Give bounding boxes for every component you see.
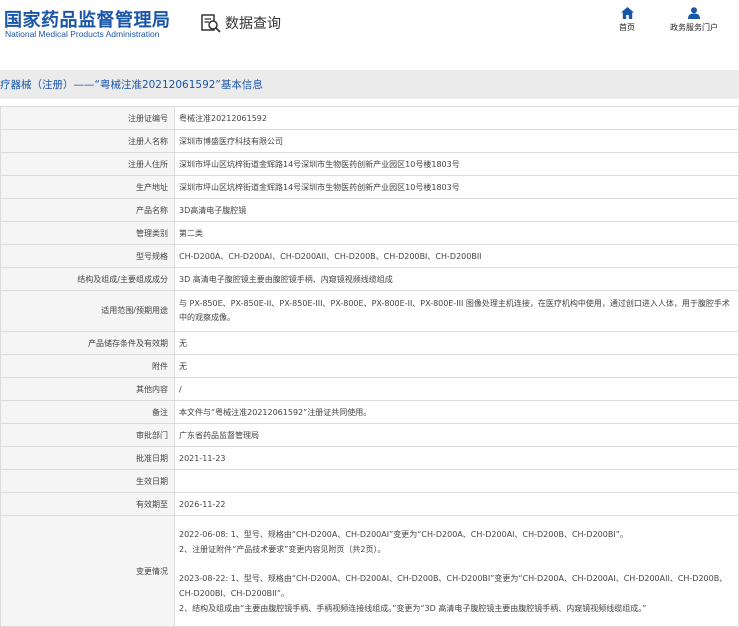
- table-row: 附件 无: [0, 354, 739, 378]
- field-value: 广东省药品监督管理局: [174, 423, 739, 447]
- table-row: 注册证编号 粤械注准20212061592: [0, 106, 739, 130]
- field-label: 审批部门: [0, 423, 175, 447]
- detail-title-bar: 疗器械（注册）——“粤械注准20212061592”基本信息: [0, 70, 739, 99]
- field-label: 生产地址: [0, 175, 175, 199]
- field-label: 附件: [0, 354, 175, 378]
- table-row: 批准日期 2021-11-23: [0, 446, 739, 470]
- field-label: 适用范围/预期用途: [0, 290, 175, 332]
- field-value: 深圳市博盛医疗科技有限公司: [174, 129, 739, 153]
- field-label: 产品储存条件及有效期: [0, 331, 175, 355]
- field-value: 无: [174, 331, 739, 355]
- field-value: 3D 高清电子腹腔镜主要由腹腔镜手柄、内窥镜视频线缆组成: [174, 267, 739, 291]
- user-icon: [662, 7, 726, 19]
- field-value: /: [174, 377, 739, 401]
- table-row: 其他内容 /: [0, 377, 739, 401]
- field-label: 注册人住所: [0, 152, 175, 176]
- table-row: 型号规格 CH-D200A、CH-D200AI、CH-D200AII、CH-D2…: [0, 244, 739, 268]
- field-value: 深圳市坪山区坑梓街道金辉路14号深圳市生物医药创新产业园区10号楼1803号: [174, 152, 739, 176]
- field-value: 与 PX-850E、PX-850E-II、PX-850E-III、PX-800E…: [174, 290, 739, 332]
- table-row: 备注 本文件与“粤械注准20212061592”注册证共同使用。: [0, 400, 739, 424]
- field-label: 变更情况: [0, 515, 175, 627]
- field-value: 无: [174, 354, 739, 378]
- table-row: 适用范围/预期用途 与 PX-850E、PX-850E-II、PX-850E-I…: [0, 290, 739, 332]
- change-line: 2023-08-22: 1、型号、规格由“CH-D200A、CH-D200AI、…: [179, 573, 728, 598]
- table-row: 审批部门 广东省药品监督管理局: [0, 423, 739, 447]
- nav-gov-label: 政务服务门户: [670, 23, 718, 32]
- field-value: 本文件与“粤械注准20212061592”注册证共同使用。: [174, 400, 739, 424]
- data-query-icon: [201, 13, 221, 33]
- field-label: 产品名称: [0, 198, 175, 222]
- site-header: 国家药品监督管理局 National Medical Products Admi…: [0, 0, 739, 62]
- table-row: 有效期至 2026-11-22: [0, 492, 739, 516]
- change-spacer: [179, 557, 734, 571]
- field-value: 粤械注准20212061592: [174, 106, 739, 130]
- home-icon: [612, 7, 642, 19]
- field-value: 2021-11-23: [174, 446, 739, 470]
- table-row-changes: 变更情况 2022-06-08: 1、型号、规格由“CH-D200A、CH-D2…: [0, 515, 739, 627]
- nav-home[interactable]: 首页: [612, 7, 642, 33]
- field-value: 第二类: [174, 221, 739, 245]
- registration-info-table: 注册证编号 粤械注准20212061592 注册人名称 深圳市博盛医疗科技有限公…: [0, 106, 739, 627]
- field-label: 备注: [0, 400, 175, 424]
- change-line: 2、结构及组成由“主要由腹腔镜手柄、手柄视频连接线组成。”变更为“3D 高清电子…: [179, 603, 647, 613]
- page-title: 疗器械（注册）——“粤械注准20212061592”基本信息: [0, 79, 263, 91]
- field-label: 结构及组成/主要组成成分: [0, 267, 175, 291]
- field-label: 有效期至: [0, 492, 175, 516]
- field-value: 3D高清电子腹腔镜: [174, 198, 739, 222]
- field-label: 型号规格: [0, 244, 175, 268]
- field-label: 其他内容: [0, 377, 175, 401]
- field-label: 注册人名称: [0, 129, 175, 153]
- site-logo-subtitle: National Medical Products Administration: [5, 29, 160, 39]
- change-history: 2022-06-08: 1、型号、规格由“CH-D200A、CH-D200AI”…: [174, 515, 739, 627]
- field-value: 深圳市坪山区坑梓街道金辉路14号深圳市生物医药创新产业园区10号楼1803号: [174, 175, 739, 199]
- change-line: 2022-06-08: 1、型号、规格由“CH-D200A、CH-D200AI”…: [179, 529, 628, 539]
- table-row: 生产地址 深圳市坪山区坑梓街道金辉路14号深圳市生物医药创新产业园区10号楼18…: [0, 175, 739, 199]
- table-row: 注册人住所 深圳市坪山区坑梓街道金辉路14号深圳市生物医药创新产业园区10号楼1…: [0, 152, 739, 176]
- field-value: [174, 469, 739, 493]
- field-label: 管理类别: [0, 221, 175, 245]
- nav-home-label: 首页: [619, 23, 635, 32]
- field-value: CH-D200A、CH-D200AI、CH-D200AII、CH-D200B、C…: [174, 244, 739, 268]
- table-row: 结构及组成/主要组成成分 3D 高清电子腹腔镜主要由腹腔镜手柄、内窥镜视频线缆组…: [0, 267, 739, 291]
- table-row: 产品名称 3D高清电子腹腔镜: [0, 198, 739, 222]
- table-row: 产品储存条件及有效期 无: [0, 331, 739, 355]
- change-line: 2、注册证附件“产品技术要求”变更内容见附页（共2页）。: [179, 544, 386, 554]
- data-query-link[interactable]: 数据查询: [201, 12, 281, 34]
- table-row: 管理类别 第二类: [0, 221, 739, 245]
- field-label: 注册证编号: [0, 106, 175, 130]
- table-row: 注册人名称 深圳市博盛医疗科技有限公司: [0, 129, 739, 153]
- data-query-label: 数据查询: [225, 16, 281, 32]
- nav-gov-services[interactable]: 政务服务门户: [662, 7, 726, 33]
- table-row: 生效日期: [0, 469, 739, 493]
- field-value: 2026-11-22: [174, 492, 739, 516]
- field-label: 生效日期: [0, 469, 175, 493]
- field-label: 批准日期: [0, 446, 175, 470]
